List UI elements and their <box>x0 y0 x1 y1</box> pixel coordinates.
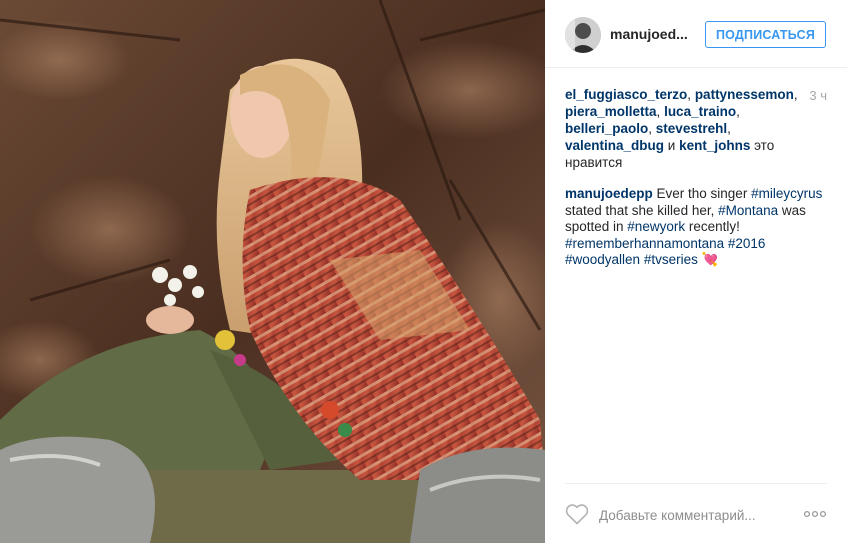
heart-icon[interactable] <box>565 503 589 525</box>
liker-link[interactable]: luca_traino <box>664 104 736 119</box>
emoji: 💘 <box>697 252 719 267</box>
hashtag-link[interactable]: #Montana <box>718 203 778 218</box>
post-caption: manujoedepp Ever tho singer #mileycyrus … <box>565 186 835 269</box>
post-photo[interactable] <box>0 0 545 543</box>
hashtag-link[interactable]: #tvseries <box>644 252 698 267</box>
hashtag-link[interactable]: #2016 <box>728 236 766 251</box>
hashtag-link[interactable]: #newyork <box>627 219 685 234</box>
conjunction: и <box>664 138 680 153</box>
separator: , <box>736 104 740 119</box>
liker-link[interactable]: belleri_paolo <box>565 121 648 136</box>
post-timestamp[interactable]: 3 ч <box>809 88 827 103</box>
caption-text: Ever tho singer <box>652 186 752 201</box>
caption-text: recently! <box>685 219 740 234</box>
post-sidebar: manujoed... ПОДПИСАТЬСЯ el_fuggiasco_ter… <box>545 0 847 543</box>
username-link[interactable]: manujoed... <box>610 26 688 42</box>
photo-image <box>0 0 545 543</box>
follow-button[interactable]: ПОДПИСАТЬСЯ <box>705 21 826 48</box>
avatar-image <box>565 17 601 53</box>
separator: , <box>687 87 695 102</box>
likes-section: el_fuggiasco_terzo, pattynessemon, piera… <box>565 86 800 171</box>
post-header: manujoed... ПОДПИСАТЬСЯ <box>545 0 847 68</box>
liker-link[interactable]: kent_johns <box>679 138 750 153</box>
avatar[interactable] <box>565 17 601 53</box>
hashtag-link[interactable]: #rememberhannamontana <box>565 236 724 251</box>
comment-input[interactable] <box>599 501 789 529</box>
hashtag-link[interactable]: #woodyallen <box>565 252 640 267</box>
more-options-icon[interactable] <box>803 506 827 522</box>
liker-link[interactable]: el_fuggiasco_terzo <box>565 87 687 102</box>
separator: , <box>648 121 656 136</box>
post-actions <box>565 483 827 543</box>
hashtag-link[interactable]: #mileycyrus <box>751 186 822 201</box>
liker-link[interactable]: piera_molletta <box>565 104 657 119</box>
liker-link[interactable]: stevestrehl <box>656 121 727 136</box>
caption-username[interactable]: manujoedepp <box>565 186 653 201</box>
separator: , <box>793 87 798 102</box>
caption-text: stated that she killed her, <box>565 202 719 218</box>
separator: , <box>656 104 665 119</box>
separator: , <box>727 121 731 136</box>
liker-link[interactable]: valentina_dbug <box>565 138 664 153</box>
liker-link[interactable]: pattynessemon <box>695 87 794 102</box>
instagram-post: manujoed... ПОДПИСАТЬСЯ el_fuggiasco_ter… <box>0 0 847 543</box>
